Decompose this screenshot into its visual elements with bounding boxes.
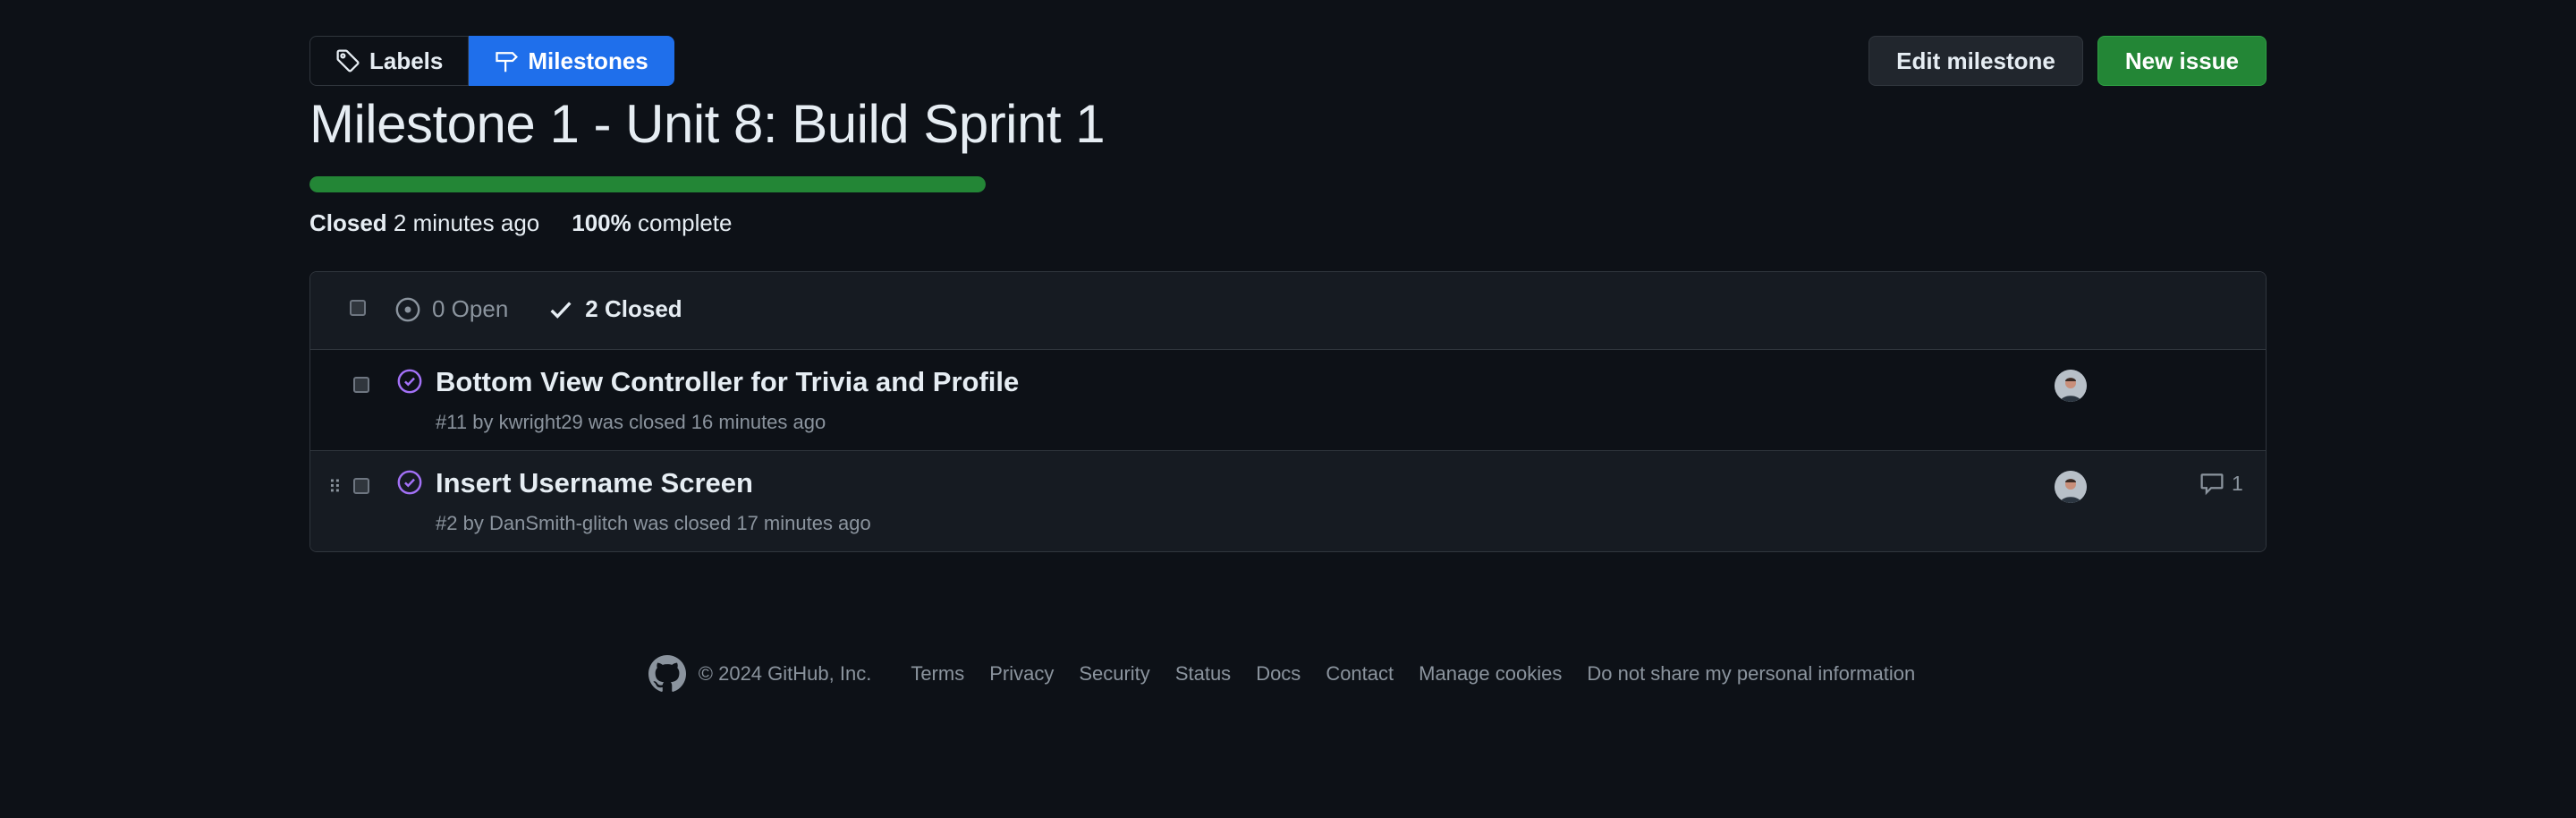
footer-link-docs[interactable]: Docs xyxy=(1256,662,1301,686)
github-logo-icon[interactable] xyxy=(648,655,686,693)
issue-closed-text: was closed 16 minutes ago xyxy=(588,411,826,433)
issue-author-link[interactable]: DanSmith-glitch xyxy=(489,512,628,534)
comment-count: 1 xyxy=(2232,471,2243,495)
footer-link-status[interactable]: Status xyxy=(1175,662,1231,686)
issue-list: 0 Open 2 Closed Bottom View Controller f… xyxy=(309,271,2267,552)
complete-label: complete xyxy=(637,209,733,236)
progress-bar xyxy=(309,176,986,192)
closed-label: Closed xyxy=(309,209,387,236)
milestones-tab[interactable]: Milestones xyxy=(469,36,674,86)
issue-meta: #2 by DanSmith-glitch was closed 17 minu… xyxy=(436,512,871,535)
comments-link[interactable]: 1 xyxy=(2199,471,2243,496)
issue-number: #11 xyxy=(436,411,468,433)
milestone-toolbar: Labels Milestones Edit milestone New iss… xyxy=(309,36,2267,86)
issue-closed-icon xyxy=(397,470,422,495)
issue-closed-icon xyxy=(397,369,422,394)
footer-link-manage-cookies[interactable]: Manage cookies xyxy=(1419,662,1562,686)
footer-link-do-not-share[interactable]: Do not share my personal information xyxy=(1587,662,1915,686)
labels-milestones-switch: Labels Milestones xyxy=(309,36,674,86)
issue-number: #2 xyxy=(436,512,458,534)
avatar[interactable] xyxy=(2055,471,2087,503)
table-row[interactable]: Bottom View Controller for Trivia and Pr… xyxy=(310,350,2266,451)
issue-by: by xyxy=(462,512,484,534)
issue-checkbox[interactable] xyxy=(353,377,369,393)
footer-link-terms[interactable]: Terms xyxy=(911,662,964,686)
footer-link-privacy[interactable]: Privacy xyxy=(989,662,1054,686)
issue-author-link[interactable]: kwright29 xyxy=(499,411,583,433)
issue-title-link[interactable]: Bottom View Controller for Trivia and Pr… xyxy=(436,366,1019,398)
issue-state-filter: 0 Open 2 Closed xyxy=(394,295,682,323)
footer-link-security[interactable]: Security xyxy=(1079,662,1149,686)
labels-tab[interactable]: Labels xyxy=(309,36,470,86)
check-icon xyxy=(550,301,572,319)
issue-closed-text: was closed 17 minutes ago xyxy=(633,512,871,534)
table-row[interactable]: ⠿ Insert Username Screen #2 by DanSmith-… xyxy=(310,451,2266,551)
footer-link-contact[interactable]: Contact xyxy=(1326,662,1394,686)
page-footer: © 2024 GitHub, Inc. Terms Privacy Securi… xyxy=(0,655,2576,693)
complete-percent: 100% xyxy=(572,209,631,236)
drag-handle-icon[interactable]: ⠿ xyxy=(328,476,342,498)
page-title: Milestone 1 - Unit 8: Build Sprint 1 xyxy=(309,94,1106,154)
completion-status: 100% complete xyxy=(572,209,732,237)
issue-list-header: 0 Open 2 Closed xyxy=(310,272,2266,350)
issue-title-link[interactable]: Insert Username Screen xyxy=(436,467,753,499)
select-all-checkbox[interactable] xyxy=(350,300,366,316)
closed-time: 2 minutes ago xyxy=(393,209,540,236)
closed-issues-label: 2 Closed xyxy=(585,295,682,322)
issue-opened-icon xyxy=(395,297,420,321)
closed-status: Closed 2 minutes ago xyxy=(309,209,539,237)
open-issues-filter[interactable]: 0 Open xyxy=(394,295,508,323)
milestone-icon xyxy=(496,52,519,72)
comment-icon xyxy=(2200,473,2224,496)
edit-milestone-button[interactable]: Edit milestone xyxy=(1868,36,2083,86)
tag-icon xyxy=(336,49,360,72)
closed-issues-filter[interactable]: 2 Closed xyxy=(547,295,682,323)
new-issue-button[interactable]: New issue xyxy=(2097,36,2267,86)
avatar-image xyxy=(2055,471,2087,503)
avatar[interactable] xyxy=(2055,370,2087,402)
progress-bar-fill xyxy=(309,176,986,192)
issue-meta: #11 by kwright29 was closed 16 minutes a… xyxy=(436,411,826,434)
milestones-tab-label: Milestones xyxy=(528,47,648,74)
issue-by: by xyxy=(472,411,494,433)
open-issues-label: 0 Open xyxy=(432,295,509,322)
avatar-image xyxy=(2055,370,2087,402)
issue-checkbox[interactable] xyxy=(353,478,369,494)
footer-copyright: © 2024 GitHub, Inc. xyxy=(698,662,872,685)
labels-tab-label: Labels xyxy=(369,47,444,74)
milestone-actions: Edit milestone New issue xyxy=(1868,36,2267,86)
milestone-meta: Closed 2 minutes ago 100% complete xyxy=(309,209,732,237)
